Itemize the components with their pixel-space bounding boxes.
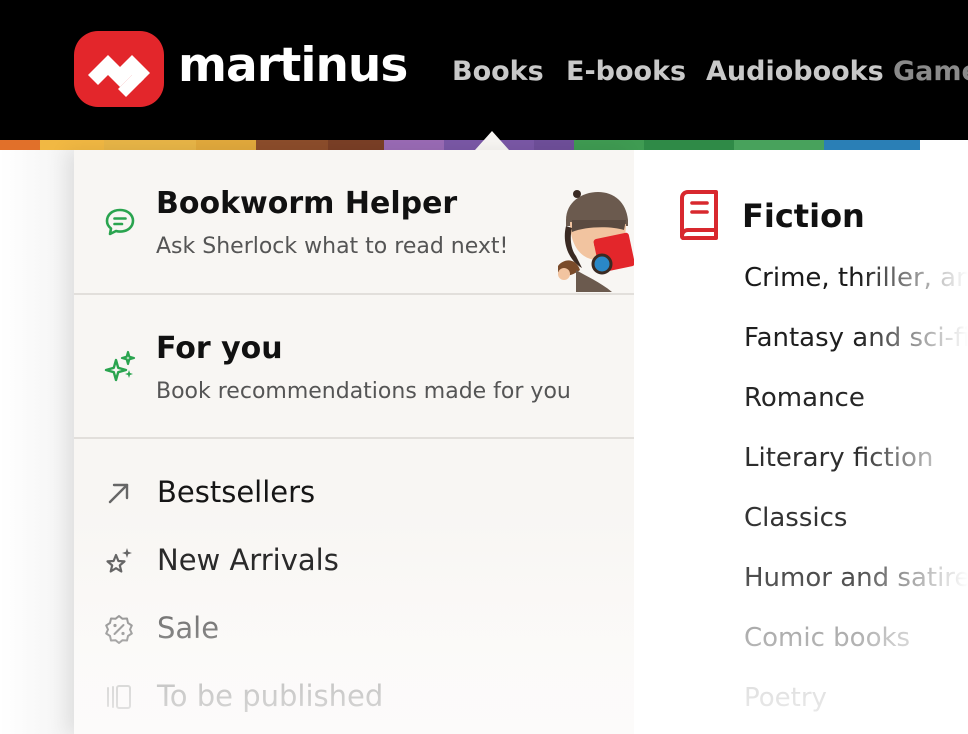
book-icon [680,190,718,240]
books-dropdown-panel: Bookworm Helper Ask Sherlock what to rea… [74,150,634,734]
feature-bookworm-helper[interactable]: Bookworm Helper Ask Sherlock what to rea… [74,150,634,295]
category-link[interactable]: Crime, thriller, and [744,261,968,295]
fiction-heading[interactable]: Fiction [742,197,865,235]
category-link[interactable]: Fantasy and sci-fi [744,321,968,355]
menu-link-bestsellers[interactable]: Bestsellers [74,468,634,518]
star-sparkle-icon [106,548,132,573]
menu-link-label: Bestsellers [157,475,316,509]
category-link[interactable]: Humor and satire [744,561,968,595]
category-link[interactable]: Poetry [744,681,827,715]
arrow-up-right-icon [108,483,129,504]
category-link[interactable]: Literary fiction [744,441,933,475]
page-backdrop [0,150,74,734]
top-header: martinus Books E-books Audiobooks Games [0,0,968,140]
martinus-logo-icon[interactable] [74,31,164,107]
menu-link-sale[interactable]: Sale [74,604,634,654]
nav-item-ebooks[interactable]: E-books [566,54,686,90]
menu-link-label: New Arrivals [157,543,339,577]
dropdown-caret [475,131,509,150]
feature-subtitle: Book recommendations made for you [156,379,571,404]
chat-bubble-icon [105,208,135,236]
category-link[interactable]: Romance [744,381,865,415]
brand-name[interactable]: martinus [178,36,408,96]
book-stack-icon [107,685,131,709]
nav-item-books[interactable]: Books [452,54,544,90]
category-link[interactable]: Comic books [744,621,910,655]
menu-link-to-be-published[interactable]: To be published [74,672,634,722]
discount-badge-icon [105,615,133,644]
feature-for-you[interactable]: For you Book recommendations made for yo… [74,294,634,439]
column-fade-overlay [858,240,968,734]
menu-link-label: Sale [157,611,220,645]
sherlock-mascot-icon [558,190,634,292]
nav-item-games[interactable]: Games [893,54,968,90]
sparkles-icon [104,350,136,382]
menu-link-new-arrivals[interactable]: New Arrivals [74,536,634,586]
feature-subtitle: Ask Sherlock what to read next! [156,234,509,259]
category-link[interactable]: Classics [744,501,847,535]
fiction-column: Fiction Crime, thriller, and Fantasy and… [634,150,968,734]
feature-title: For you [156,331,283,366]
menu-link-label: To be published [157,679,384,713]
nav-item-audiobooks[interactable]: Audiobooks [706,54,884,90]
feature-title: Bookworm Helper [156,186,458,221]
